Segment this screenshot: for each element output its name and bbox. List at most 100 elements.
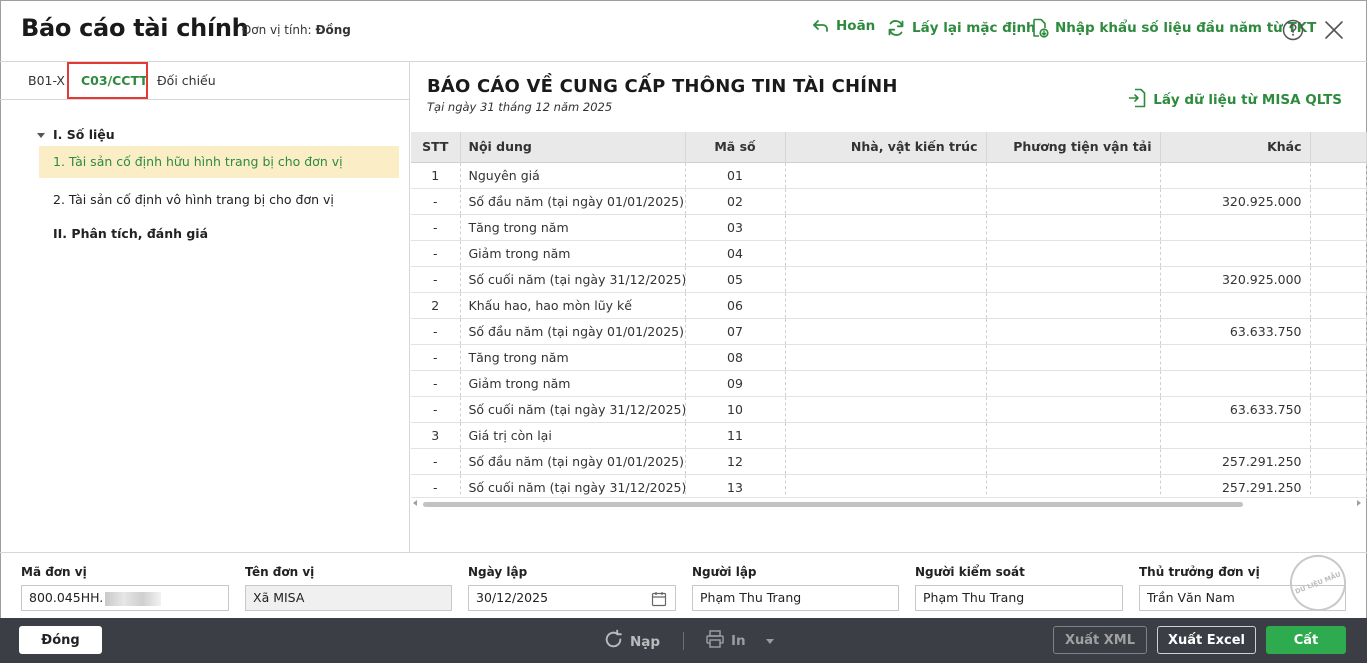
cell-extra xyxy=(1310,370,1367,397)
cell-stt: 2 xyxy=(411,292,461,319)
table-row[interactable]: - Số đầu năm (tại ngày 01/01/2025) 12 257.2… xyxy=(411,448,1367,475)
export-xml-button[interactable]: Xuất XML xyxy=(1053,626,1147,654)
cell-other[interactable]: 63.633.750 xyxy=(1160,396,1311,423)
tree-item-tangible-assets[interactable]: 1. Tài sản cố định hữu hình trang bị cho… xyxy=(39,146,399,178)
scroll-left-icon[interactable] xyxy=(413,500,417,506)
tree-item-intangible-assets[interactable]: 2. Tài sản cố định vô hình trang bị cho … xyxy=(53,192,334,207)
cell-building[interactable] xyxy=(785,474,987,497)
unit-code-value: 800.045HH. xyxy=(29,590,104,605)
cell-other[interactable] xyxy=(1160,162,1311,189)
scroll-right-icon[interactable] xyxy=(1357,500,1361,506)
table-row[interactable]: - Số cuối năm (tại ngày 31/12/2025) 13 257.… xyxy=(411,474,1367,497)
table-row[interactable]: - Tăng trong năm 03 xyxy=(411,214,1367,241)
cell-vehicle[interactable] xyxy=(986,318,1161,345)
cell-vehicle[interactable] xyxy=(986,188,1161,215)
close-icon[interactable] xyxy=(1323,19,1345,45)
cell-building[interactable] xyxy=(785,448,987,475)
undo-button[interactable]: Hoãn xyxy=(812,18,875,34)
reload-button[interactable]: Nạp xyxy=(603,629,660,654)
printer-icon xyxy=(705,629,725,653)
table-row[interactable]: 3 Giá trị còn lại 11 xyxy=(411,422,1367,449)
cell-vehicle[interactable] xyxy=(986,162,1161,189)
print-button[interactable]: In xyxy=(705,629,774,653)
cell-building[interactable] xyxy=(785,396,987,423)
export-excel-button[interactable]: Xuất Excel xyxy=(1157,626,1256,654)
tree-group-phan-tich[interactable]: II. Phân tích, đánh giá xyxy=(53,226,208,241)
cell-vehicle[interactable] xyxy=(986,396,1161,423)
table-row[interactable]: - Tăng trong năm 08 xyxy=(411,344,1367,371)
table-row[interactable]: - Số đầu năm (tại ngày 01/01/2025) 02 320.9… xyxy=(411,188,1367,215)
creator-input[interactable]: Phạm Thu Trang xyxy=(692,585,899,611)
cell-building[interactable] xyxy=(785,344,987,371)
cell-code: 13 xyxy=(685,474,786,497)
fetch-misa-qlts-label: Lấy dữ liệu từ MISA QLTS xyxy=(1153,92,1342,108)
scrollbar-thumb[interactable] xyxy=(423,502,1243,507)
cell-vehicle[interactable] xyxy=(986,422,1161,449)
cell-other[interactable]: 257.291.250 xyxy=(1160,474,1311,497)
cell-other[interactable]: 320.925.000 xyxy=(1160,266,1311,293)
cell-vehicle[interactable] xyxy=(986,474,1161,497)
cell-content: Tăng trong năm xyxy=(460,344,686,371)
cell-building[interactable] xyxy=(785,292,987,319)
tab-doi-chieu[interactable]: Đối chiếu xyxy=(157,73,216,88)
report-tabs: B01-X C03/CCTT Đối chiếu xyxy=(0,62,409,100)
horizontal-scrollbar[interactable] xyxy=(411,498,1367,510)
help-icon[interactable] xyxy=(1282,19,1304,45)
cell-vehicle[interactable] xyxy=(986,292,1161,319)
dropdown-icon[interactable] xyxy=(765,638,774,644)
cell-building[interactable] xyxy=(785,266,987,293)
cell-other[interactable] xyxy=(1160,344,1311,371)
cell-building[interactable] xyxy=(785,240,987,267)
cell-building[interactable] xyxy=(785,162,987,189)
save-button[interactable]: Cất xyxy=(1266,626,1346,654)
cell-content: Giảm trong năm xyxy=(460,240,686,267)
date-input[interactable]: 30/12/2025 xyxy=(468,585,676,611)
cell-building[interactable] xyxy=(785,318,987,345)
cell-other[interactable]: 257.291.250 xyxy=(1160,448,1311,475)
table-row[interactable]: - Số cuối năm (tại ngày 31/12/2025) 05 320.… xyxy=(411,266,1367,293)
controller-input[interactable]: Phạm Thu Trang xyxy=(915,585,1123,611)
table-row[interactable]: - Giảm trong năm 04 xyxy=(411,240,1367,267)
cell-code: 05 xyxy=(685,266,786,293)
fetch-misa-qlts-button[interactable]: Lấy dữ liệu từ MISA QLTS xyxy=(1128,88,1342,112)
cell-other[interactable]: 63.633.750 xyxy=(1160,318,1311,345)
table-row[interactable]: 1 Nguyên giá 01 xyxy=(411,162,1367,189)
unit-name-input[interactable]: Xã MISA xyxy=(245,585,452,611)
refresh-icon xyxy=(886,18,906,38)
cell-other[interactable] xyxy=(1160,292,1311,319)
cell-other[interactable] xyxy=(1160,240,1311,267)
tab-b01x[interactable]: B01-X xyxy=(28,73,65,88)
cell-vehicle[interactable] xyxy=(986,266,1161,293)
cell-other[interactable] xyxy=(1160,422,1311,449)
cell-other[interactable] xyxy=(1160,214,1311,241)
print-label: In xyxy=(731,633,746,649)
cell-vehicle[interactable] xyxy=(986,448,1161,475)
cell-content: Tăng trong năm xyxy=(460,214,686,241)
cell-stt: - xyxy=(411,474,461,497)
cell-extra xyxy=(1310,318,1367,345)
unit-code-input[interactable]: 800.045HH. xyxy=(21,585,229,611)
cell-building[interactable] xyxy=(785,370,987,397)
table-row[interactable]: 2 Khấu hao, hao mòn lũy kế 06 xyxy=(411,292,1367,319)
toolbar-divider xyxy=(683,632,684,650)
cell-vehicle[interactable] xyxy=(986,214,1161,241)
cell-building[interactable] xyxy=(785,422,987,449)
table-row[interactable]: - Số đầu năm (tại ngày 01/01/2025) 07 63.63… xyxy=(411,318,1367,345)
tree-group-so-lieu[interactable]: I. Số liệu xyxy=(37,127,115,142)
cell-other[interactable] xyxy=(1160,370,1311,397)
calendar-icon[interactable] xyxy=(651,591,667,610)
cell-vehicle[interactable] xyxy=(986,370,1161,397)
reset-default-button[interactable]: Lấy lại mặc định xyxy=(886,18,1036,38)
cell-vehicle[interactable] xyxy=(986,240,1161,267)
cell-building[interactable] xyxy=(785,214,987,241)
cell-content: Khấu hao, hao mòn lũy kế xyxy=(460,292,686,319)
cell-other[interactable]: 320.925.000 xyxy=(1160,188,1311,215)
cell-extra xyxy=(1310,396,1367,423)
chevron-down-icon xyxy=(37,133,45,138)
cell-vehicle[interactable] xyxy=(986,344,1161,371)
close-button[interactable]: Đóng xyxy=(19,626,102,654)
import-opening-button[interactable]: Nhập khẩu số liệu đầu năm từ TKT xyxy=(1031,18,1316,38)
table-row[interactable]: - Giảm trong năm 09 xyxy=(411,370,1367,397)
cell-building[interactable] xyxy=(785,188,987,215)
table-row[interactable]: - Số cuối năm (tại ngày 31/12/2025) 10 63.6… xyxy=(411,396,1367,423)
